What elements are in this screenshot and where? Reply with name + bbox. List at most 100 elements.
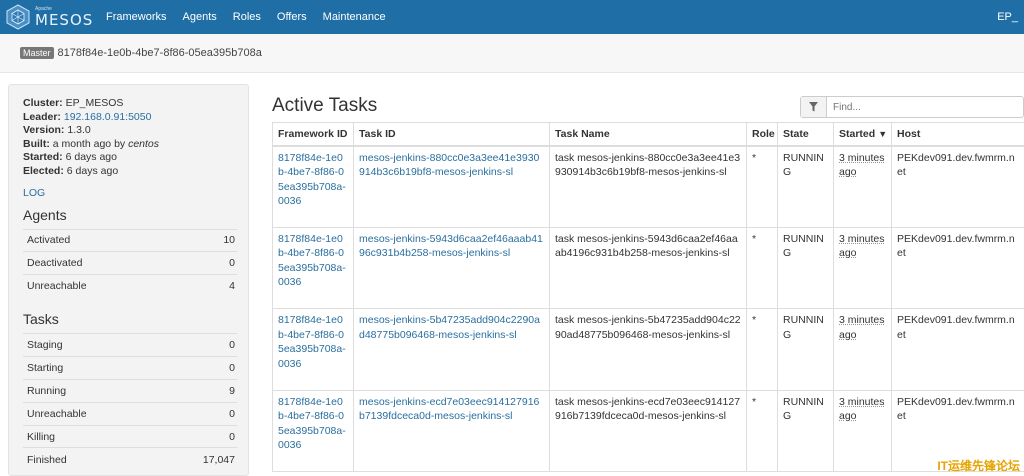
stat-label: Starting [23,357,158,380]
stat-row: Running 9 [23,380,237,403]
built-time: a month ago [53,138,111,150]
tasks-stats-table: Staging 0 Starting 0 Running 9 Unreachable 0… [23,333,237,470]
framework-id-link[interactable]: 8178f84e-1e0b-4be7-8f86-05ea395b708a-003… [273,146,354,228]
nav-offers[interactable]: Offers [269,0,315,34]
built-user: centos [128,138,159,150]
stat-value: 9 [158,380,237,403]
stat-row: Starting 0 [23,357,237,380]
active-tasks-table: Framework ID Task ID Task Name Role Stat… [272,122,1024,472]
nav-maintenance[interactable]: Maintenance [315,0,394,34]
col-task-id[interactable]: Task ID [354,123,550,146]
table-header-row: Framework ID Task ID Task Name Role Stat… [273,123,1024,146]
brand-text: Apache MESOS [35,7,93,28]
stat-value: 17,047 [158,448,237,471]
stat-value: 0 [158,402,237,425]
sort-desc-icon: ▼ [878,129,887,139]
framework-id-link[interactable]: 8178f84e-1e0b-4be7-8f86-05ea395b708a-003… [273,309,354,391]
filter-input[interactable] [833,102,1013,113]
stat-value: 4 [192,275,237,298]
nav-roles[interactable]: Roles [225,0,269,34]
nav-agents[interactable]: Agents [175,0,225,34]
col-task-name[interactable]: Task Name [550,123,747,146]
agents-stats-table: Activated 10 Deactivated 0 Unreachable 4 [23,229,237,298]
col-started-label: Started [839,128,875,140]
col-host[interactable]: Host [892,123,1024,146]
leader-link[interactable]: 192.168.0.91:5050 [64,111,152,123]
stat-row: Finished 17,047 [23,448,237,471]
cluster-value: EP_MESOS [66,97,124,109]
task-filter [800,96,1024,118]
table-row: 8178f84e-1e0b-4be7-8f86-05ea395b708a-003… [273,146,1024,228]
elected-info: Elected: 6 days ago [23,165,234,179]
task-started-value: 3 minutes ago [839,396,885,423]
task-started-value: 3 minutes ago [839,152,885,179]
built-by: by [114,138,125,150]
task-state: RUNNING [778,146,834,228]
version-value: 1.3.0 [67,124,90,136]
task-started: 3 minutes ago [834,146,892,228]
task-id-link[interactable]: mesos-jenkins-880cc0e3a3ee41e3930914b3c6… [354,146,550,228]
stat-row: Killing 0 [23,425,237,448]
task-started-value: 3 minutes ago [839,314,885,341]
stat-row: Staging 0 [23,334,237,357]
task-role: * [747,390,778,472]
framework-id-link[interactable]: 8178f84e-1e0b-4be7-8f86-05ea395b708a-003… [273,390,354,472]
framework-id-link[interactable]: 8178f84e-1e0b-4be7-8f86-05ea395b708a-003… [273,227,354,309]
stat-label: Killing [23,425,158,448]
stat-value: 0 [192,252,237,275]
col-state[interactable]: State [778,123,834,146]
leader-info: Leader: 192.168.0.91:5050 [23,111,234,125]
version-info: Version: 1.3.0 [23,124,234,138]
task-started: 3 minutes ago [834,309,892,391]
col-started[interactable]: Started ▼ [834,123,892,146]
task-state: RUNNING [778,390,834,472]
task-name: task mesos-jenkins-5b47235add904c2290ad4… [550,309,747,391]
task-id-link[interactable]: mesos-jenkins-ecd7e03eec914127916b7139fd… [354,390,550,472]
cluster-info: Cluster: EP_MESOS [23,97,234,111]
task-id-link[interactable]: mesos-jenkins-5943d6caa2ef46aaab4196c931… [354,227,550,309]
task-name: task mesos-jenkins-880cc0e3a3ee41e393091… [550,146,747,228]
filter-icon[interactable] [801,97,827,117]
watermark: IT运维先锋论坛 [937,457,1020,474]
stat-label: Activated [23,229,192,252]
nav-frameworks[interactable]: Frameworks [98,0,175,34]
elected-label: Elected: [23,165,64,177]
task-started-value: 3 minutes ago [839,233,885,260]
built-label: Built: [23,138,50,150]
col-framework-id[interactable]: Framework ID [273,123,354,146]
version-label: Version: [23,124,64,136]
master-id: 8178f84e-1e0b-4be7-8f86-05ea395b708a [58,47,262,59]
task-host: PEKdev091.dev.fwmrm.net [892,227,1024,309]
tasks-section-title: Tasks [23,311,234,327]
brand-name: MESOS [35,13,93,28]
col-role[interactable]: Role [747,123,778,146]
stat-label: Unreachable [23,402,158,425]
page-title: Active Tasks [272,95,377,117]
stat-row: Unreachable 4 [23,275,237,298]
task-id-link[interactable]: mesos-jenkins-5b47235add904c2290ad48775b… [354,309,550,391]
task-started: 3 minutes ago [834,227,892,309]
agents-section-title: Agents [23,207,234,223]
table-row: 8178f84e-1e0b-4be7-8f86-05ea395b708a-003… [273,309,1024,391]
task-state: RUNNING [778,309,834,391]
task-role: * [747,146,778,228]
stat-label: Unreachable [23,275,192,298]
table-row: 8178f84e-1e0b-4be7-8f86-05ea395b708a-003… [273,227,1024,309]
task-host: PEKdev091.dev.fwmrm.net [892,146,1024,228]
table-row: 8178f84e-1e0b-4be7-8f86-05ea395b708a-003… [273,390,1024,472]
log-link[interactable]: LOG [23,187,234,199]
stat-label: Staging [23,334,158,357]
cluster-sidebar: Cluster: EP_MESOS Leader: 192.168.0.91:5… [8,84,249,476]
stat-row: Activated 10 [23,229,237,252]
mesos-logo-icon [6,4,30,30]
stat-row: Deactivated 0 [23,252,237,275]
started-label: Started: [23,151,63,163]
task-role: * [747,227,778,309]
stat-value: 0 [158,425,237,448]
elected-value: 6 days ago [67,165,118,177]
nav-cluster-name: EP_ [997,0,1018,34]
task-name: task mesos-jenkins-5943d6caa2ef46aaab419… [550,227,747,309]
cluster-label: Cluster: [23,97,63,109]
brand-home-link[interactable]: Apache MESOS [6,4,96,30]
stat-row: Unreachable 0 [23,402,237,425]
